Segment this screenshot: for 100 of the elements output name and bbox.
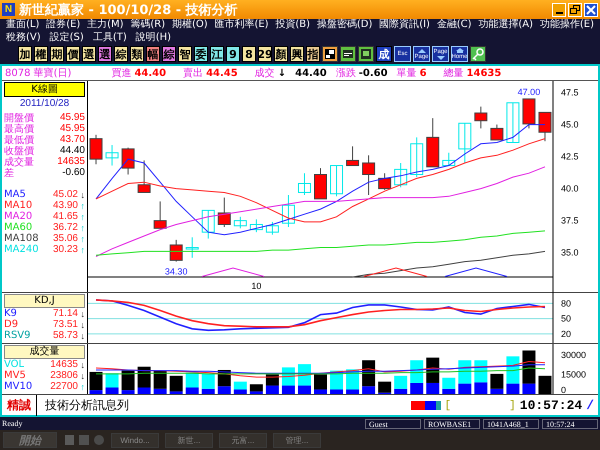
axis-label: 50 [561,314,572,324]
trend-arrow: ↓ [80,320,85,330]
candlestick [170,239,183,262]
indicator-label: MA108 [4,233,40,244]
candlestick [266,221,279,236]
field-label: 差 [4,166,15,180]
toolbar-button[interactable]: 智 [178,46,192,62]
slash-text: / [586,398,594,413]
axis-label: 30000 [561,350,586,360]
picture-icon[interactable] [358,46,374,62]
trend-arrow: ↑ [80,212,85,222]
menu-item[interactable]: 功能操作(E) [540,19,594,32]
minimize-button[interactable] [552,2,566,16]
restore-icon [570,4,580,14]
indicator-value: 36.72 [52,222,78,233]
menu-item[interactable]: 功能選擇(A) [478,19,534,32]
toolbar-button[interactable]: 期 [50,46,64,62]
menu-item[interactable]: 說明(H) [136,32,172,44]
menu-item[interactable]: 期權(O) [172,19,208,32]
status-text: 10:57:24 [542,418,598,428]
restore-button[interactable] [568,2,582,16]
trend-arrow: ↓ [80,308,85,318]
status-text: Ready [1,419,24,428]
candlestick [138,160,151,193]
toolbar-button[interactable]: 8 [242,46,256,62]
menu-item[interactable]: 設定(S) [50,32,84,44]
status-text: ROWBASE1 [424,418,480,428]
field-value: 14635 [57,156,85,167]
indicator-label: MV10 [4,381,34,392]
toolbar-button[interactable]: 選 [82,46,96,62]
taskbar-button[interactable]: 元富... [219,432,267,448]
candlestick [234,216,247,229]
menu-item[interactable]: 證券(E) [46,19,80,32]
toolbar-button[interactable]: 權 [34,46,48,62]
menu-item[interactable]: 金融(C) [436,19,472,32]
menu-item[interactable]: 國際資訊(I) [379,19,430,32]
axis-label: 42.5 [561,152,579,162]
toolbar-button[interactable]: 指 [306,46,320,62]
quote-text: 單量 [396,67,417,80]
toolbar-button[interactable]: 綜 [162,46,176,62]
app-icon: N [2,3,15,16]
quote-text: 買進 [111,67,132,80]
candlestick [122,147,135,176]
candlestick [106,144,119,166]
taskbar-button[interactable]: 管理... [273,432,321,448]
field-label: 成交量 [4,156,35,168]
candlestick [250,218,263,233]
candlestick [282,194,295,228]
menu-item[interactable]: 操盤密碼(D) [316,19,372,32]
toolbar-button[interactable]: 成 [376,46,392,62]
candlestick [506,102,520,143]
axis-label: 10 [251,281,262,291]
toolbar-button[interactable]: 興 [290,46,304,62]
down-arrow-icon [436,56,444,60]
taskbar-button[interactable]: Windo... [111,432,159,448]
indicator-label: MA20 [4,211,34,222]
quote-text: 漲跌 [336,66,356,80]
toolbar-button[interactable]: 江 [210,46,224,62]
toolbar-button[interactable]: 顏 [274,46,288,62]
indicator-label: RSV9 [4,330,32,341]
minimize-icon [556,12,562,14]
field-value: -0.60 [62,167,85,178]
taskbar-button[interactable]: 新世... [165,432,213,448]
toolbar-button[interactable]: 幅 [146,46,160,62]
indicator-value: 23806 [50,370,78,381]
quick-launch-icons-drawing [63,434,105,446]
toolbar-button[interactable]: 委 [194,46,208,62]
axis-label: 0 [561,385,566,394]
menu-item[interactable]: 主力(M) [87,19,124,32]
close-button[interactable] [584,2,598,16]
toolbar-button[interactable]: 9 [226,46,240,62]
trend-arrow: ↑ [80,222,85,232]
toolbar-button[interactable]: 價 [66,46,80,62]
menu-item[interactable]: 匯市利率(E) [214,19,269,32]
candlestick [394,162,408,188]
toolbar-button[interactable]: 選 [98,46,112,62]
menu-item[interactable]: 籌碼(R) [130,19,166,32]
indicator-label: VOL [4,359,26,370]
trend-arrow: ↑ [80,382,85,392]
key-icon[interactable] [470,46,486,62]
trend-arrow: ↓ [80,370,85,380]
panel-title: K線圖 [4,82,85,97]
candlestick [218,197,231,228]
menu-item[interactable]: 稅務(V) [6,32,41,44]
menu-item[interactable]: 投資(B) [275,19,310,32]
indicator-value: 58.73 [52,330,78,341]
window-icon[interactable] [340,46,356,62]
indicator-label: MA240 [4,244,40,255]
status-text: 1041A468_1 [483,418,539,428]
menu-item[interactable]: 畫面(L) [6,19,40,32]
field-label: 最高價 [4,122,35,135]
menu-item[interactable]: 工具(T) [92,32,127,44]
toolbar-button[interactable]: 類 [130,46,144,62]
toolbar-button[interactable]: 加 [18,46,32,62]
toolbar-button[interactable]: 綜 [114,46,128,62]
quote-text: 14635 [466,68,502,78]
trend-arrow: ↓ [80,330,85,340]
indicator-value: 41.65 [52,211,78,222]
indicator-label: K9 [4,308,18,319]
chart-icon[interactable] [322,46,338,62]
